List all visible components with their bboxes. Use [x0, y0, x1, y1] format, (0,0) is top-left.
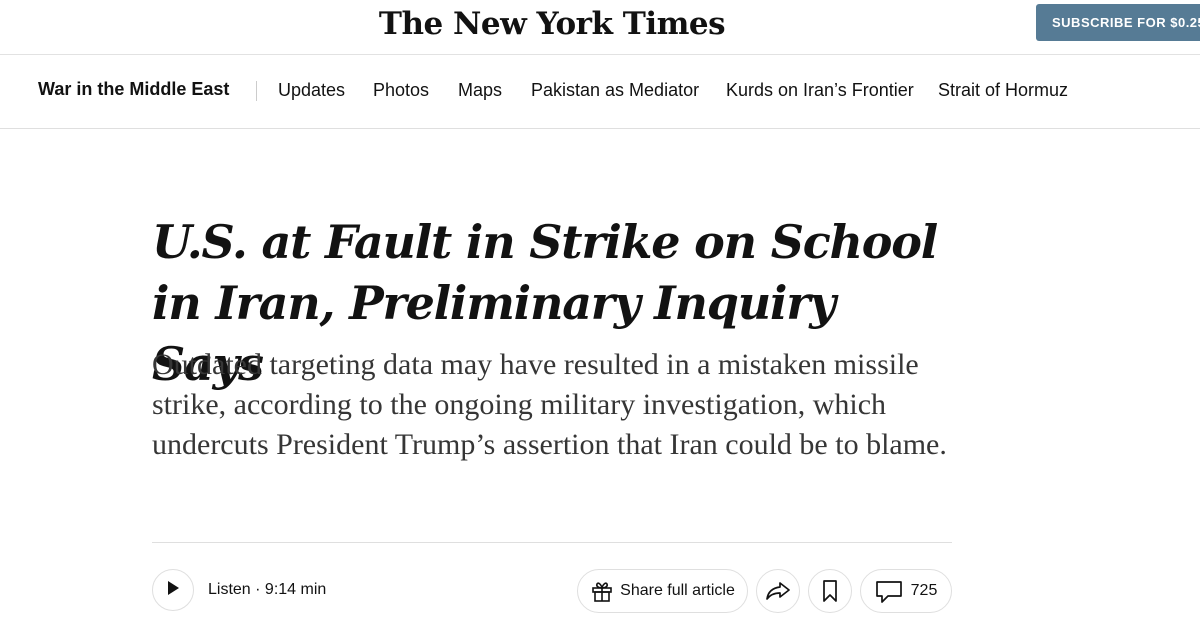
nav-item-updates[interactable]: Updates	[278, 80, 345, 101]
section-nav: War in the Middle East Updates Photos Ma…	[0, 55, 1200, 129]
share-full-article-button[interactable]: Share full article	[577, 569, 748, 613]
save-button[interactable]	[808, 569, 852, 613]
divider-rule	[152, 542, 952, 543]
nav-item-pakistan-as-mediator[interactable]: Pakistan as Mediator	[531, 80, 699, 101]
nyt-logo[interactable]: The New York Times	[0, 6, 1104, 42]
bookmark-icon	[822, 580, 838, 602]
masthead: The New York Times SUBSCRIBE FOR $0.25/W…	[0, 0, 1200, 55]
gift-icon	[590, 579, 614, 603]
comment-count: 725	[910, 582, 938, 599]
nav-item-photos[interactable]: Photos	[373, 80, 429, 101]
comment-bubble-icon	[875, 580, 903, 604]
comments-button[interactable]: 725	[860, 569, 952, 613]
article-page: The New York Times SUBSCRIBE FOR $0.25/W…	[0, 0, 1200, 644]
nav-item-strait-of-hormuz[interactable]: Strait of Hormuz	[938, 80, 1068, 101]
section-title-war-in-the-middle-east[interactable]: War in the Middle East	[38, 79, 229, 100]
nav-divider	[256, 81, 257, 101]
play-icon	[166, 580, 180, 601]
share-arrow-icon	[765, 580, 791, 602]
share-button[interactable]	[756, 569, 800, 613]
listen-duration-label[interactable]: Listen · 9:14 min	[208, 581, 326, 599]
share-full-article-label: Share full article	[620, 582, 735, 599]
nav-item-maps[interactable]: Maps	[458, 80, 502, 101]
listen-play-button[interactable]	[152, 569, 194, 611]
nav-item-kurds-on-irans-frontier[interactable]: Kurds on Iran’s Frontier	[726, 80, 914, 101]
subscribe-button[interactable]: SUBSCRIBE FOR $0.25/WEEK	[1036, 4, 1200, 41]
article-summary: Outdated targeting data may have resulte…	[152, 348, 947, 461]
